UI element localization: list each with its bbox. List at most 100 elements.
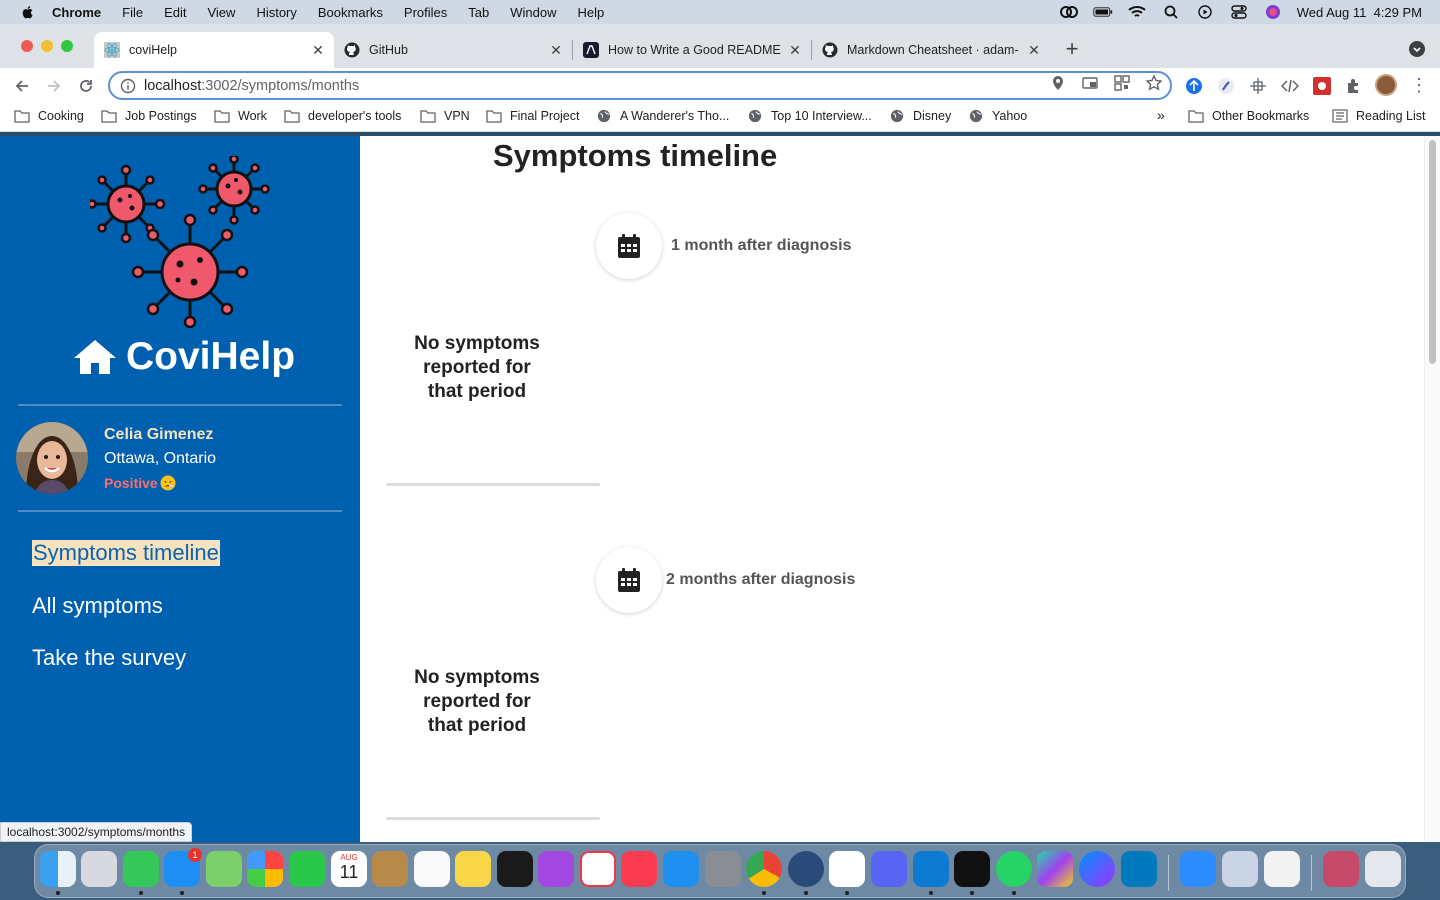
facetime-icon[interactable] [289, 851, 325, 887]
quicktime-icon[interactable] [788, 851, 824, 887]
window-zoom-button[interactable] [61, 40, 73, 52]
menu-help[interactable]: Help [578, 5, 605, 20]
nav-symptoms-timeline[interactable]: Symptoms timeline [32, 540, 220, 566]
spotlight-search-icon[interactable] [1161, 5, 1181, 19]
textedit-icon[interactable] [1264, 851, 1300, 887]
battery-icon[interactable] [1093, 5, 1113, 19]
downloads-stack-icon[interactable] [1323, 851, 1359, 887]
bookmark-cooking[interactable]: Cooking [14, 109, 84, 123]
chrome-menu-icon[interactable]: ⋮ [1410, 76, 1428, 96]
profile-avatar[interactable] [1375, 74, 1397, 96]
trello-icon[interactable] [1121, 851, 1157, 887]
reload-button[interactable] [74, 74, 98, 98]
zoom-icon[interactable] [1180, 851, 1216, 887]
extension-icon[interactable] [1313, 77, 1331, 95]
music-icon[interactable] [621, 851, 657, 887]
site-info-icon[interactable] [120, 78, 136, 94]
photos-icon[interactable] [247, 851, 283, 887]
scrollbar-thumb[interactable] [1429, 140, 1436, 364]
tab-markdown-cheatsheet[interactable]: Markdown Cheatsheet · adam- ✕ [812, 34, 1050, 66]
menu-profiles[interactable]: Profiles [404, 5, 447, 20]
address-bar[interactable]: localhost:3002/symptoms/months [108, 71, 1172, 100]
notes-icon[interactable] [455, 851, 491, 887]
bookmark-job-postings[interactable]: Job Postings [101, 109, 197, 123]
tab-close-icon[interactable]: ✕ [1026, 42, 1042, 59]
contacts-icon[interactable] [372, 851, 408, 887]
bookmark-final-project[interactable]: Final Project [486, 109, 579, 123]
nav-all-symptoms[interactable]: All symptoms [32, 593, 163, 619]
bookmark-vpn[interactable]: VPN [420, 109, 470, 123]
move-tool-icon[interactable] [1249, 77, 1267, 95]
chrome-icon[interactable] [746, 851, 782, 887]
menu-app-name[interactable]: Chrome [52, 5, 101, 20]
bookmarks-overflow-button[interactable]: » [1157, 107, 1165, 123]
podcasts-icon[interactable] [538, 851, 574, 887]
launchpad-icon[interactable] [81, 851, 117, 887]
url-text[interactable]: localhost:3002/symptoms/months [144, 78, 359, 94]
menu-bookmarks[interactable]: Bookmarks [318, 5, 383, 20]
system-preferences-icon[interactable] [705, 851, 741, 887]
menubar-clock[interactable]: Wed Aug 11 4:29 PM [1297, 5, 1422, 20]
menu-file[interactable]: File [122, 5, 143, 20]
whatsapp-icon[interactable] [996, 851, 1032, 887]
maps-icon[interactable] [206, 851, 242, 887]
terminal-icon[interactable] [954, 851, 990, 887]
vscode-icon[interactable] [913, 851, 949, 887]
apple-icon[interactable] [20, 4, 36, 20]
qr-code-icon[interactable] [1113, 74, 1131, 92]
news-icon[interactable] [580, 851, 616, 887]
brand-logo[interactable]: CoviHelp [72, 334, 295, 380]
calendar-app-icon[interactable]: AUG 11 [331, 851, 367, 887]
window-minimize-button[interactable] [41, 40, 53, 52]
menu-tab[interactable]: Tab [468, 5, 489, 20]
tab-close-icon[interactable]: ✕ [787, 42, 803, 59]
trash-icon[interactable] [1365, 851, 1401, 887]
window-close-button[interactable] [21, 40, 33, 52]
tab-search-icon[interactable] [1409, 41, 1425, 57]
menu-history[interactable]: History [256, 5, 296, 20]
bookmark-star-icon[interactable] [1145, 74, 1163, 92]
puzzle-icon[interactable] [1345, 77, 1363, 95]
code-icon[interactable] [1281, 77, 1299, 95]
tab-covihelp[interactable]: coviHelp ✕ [94, 32, 334, 68]
bookmark-wanderer[interactable]: A Wanderer's Tho... [596, 109, 729, 123]
preview-icon[interactable] [1222, 851, 1258, 887]
reading-list-button[interactable]: Reading List [1332, 109, 1426, 123]
bookmark-other-bookmarks[interactable]: Other Bookmarks [1188, 109, 1309, 123]
bookmark-top-10-interview[interactable]: Top 10 Interview... [747, 109, 872, 123]
finder-icon[interactable] [40, 851, 76, 887]
bookmark-work[interactable]: Work [214, 109, 267, 123]
tab-readme-article[interactable]: How to Write a Good README ✕ [573, 34, 811, 66]
bookmark-disney[interactable]: Disney [889, 109, 951, 123]
apple-tv-icon[interactable] [497, 851, 533, 887]
messenger-icon[interactable] [1079, 851, 1115, 887]
tab-github[interactable]: GitHub ✕ [334, 34, 572, 66]
siri-icon[interactable] [1263, 5, 1283, 19]
control-center-icon[interactable] [1229, 5, 1249, 19]
new-tab-button[interactable]: + [1062, 38, 1082, 60]
tab-close-icon[interactable]: ✕ [310, 42, 326, 59]
menu-view[interactable]: View [207, 5, 235, 20]
tab-close-icon[interactable]: ✕ [548, 42, 564, 59]
bookmark-yahoo[interactable]: Yahoo [968, 109, 1027, 123]
reminders-icon[interactable] [414, 851, 450, 887]
cast-icon[interactable] [1081, 74, 1099, 92]
location-pin-icon[interactable] [1049, 74, 1067, 92]
extension-icon[interactable] [1217, 77, 1235, 95]
creative-cloud-icon[interactable] [1059, 5, 1079, 19]
vertical-scrollbar[interactable] [1424, 136, 1440, 842]
discord-icon[interactable] [871, 851, 907, 887]
bookmark-developers-tools[interactable]: developer's tools [284, 109, 401, 123]
slack-icon[interactable] [829, 851, 865, 887]
nav-take-the-survey[interactable]: Take the survey [32, 645, 186, 671]
menu-edit[interactable]: Edit [164, 5, 186, 20]
messages-icon[interactable] [123, 851, 159, 887]
jetbrains-icon[interactable] [1037, 851, 1073, 887]
menu-window[interactable]: Window [510, 5, 556, 20]
back-button[interactable] [10, 74, 34, 98]
forward-button[interactable] [42, 74, 66, 98]
wifi-icon[interactable] [1127, 5, 1147, 19]
play-icon[interactable] [1195, 5, 1215, 19]
extension-icon[interactable] [1185, 77, 1203, 95]
app-store-icon[interactable] [663, 851, 699, 887]
